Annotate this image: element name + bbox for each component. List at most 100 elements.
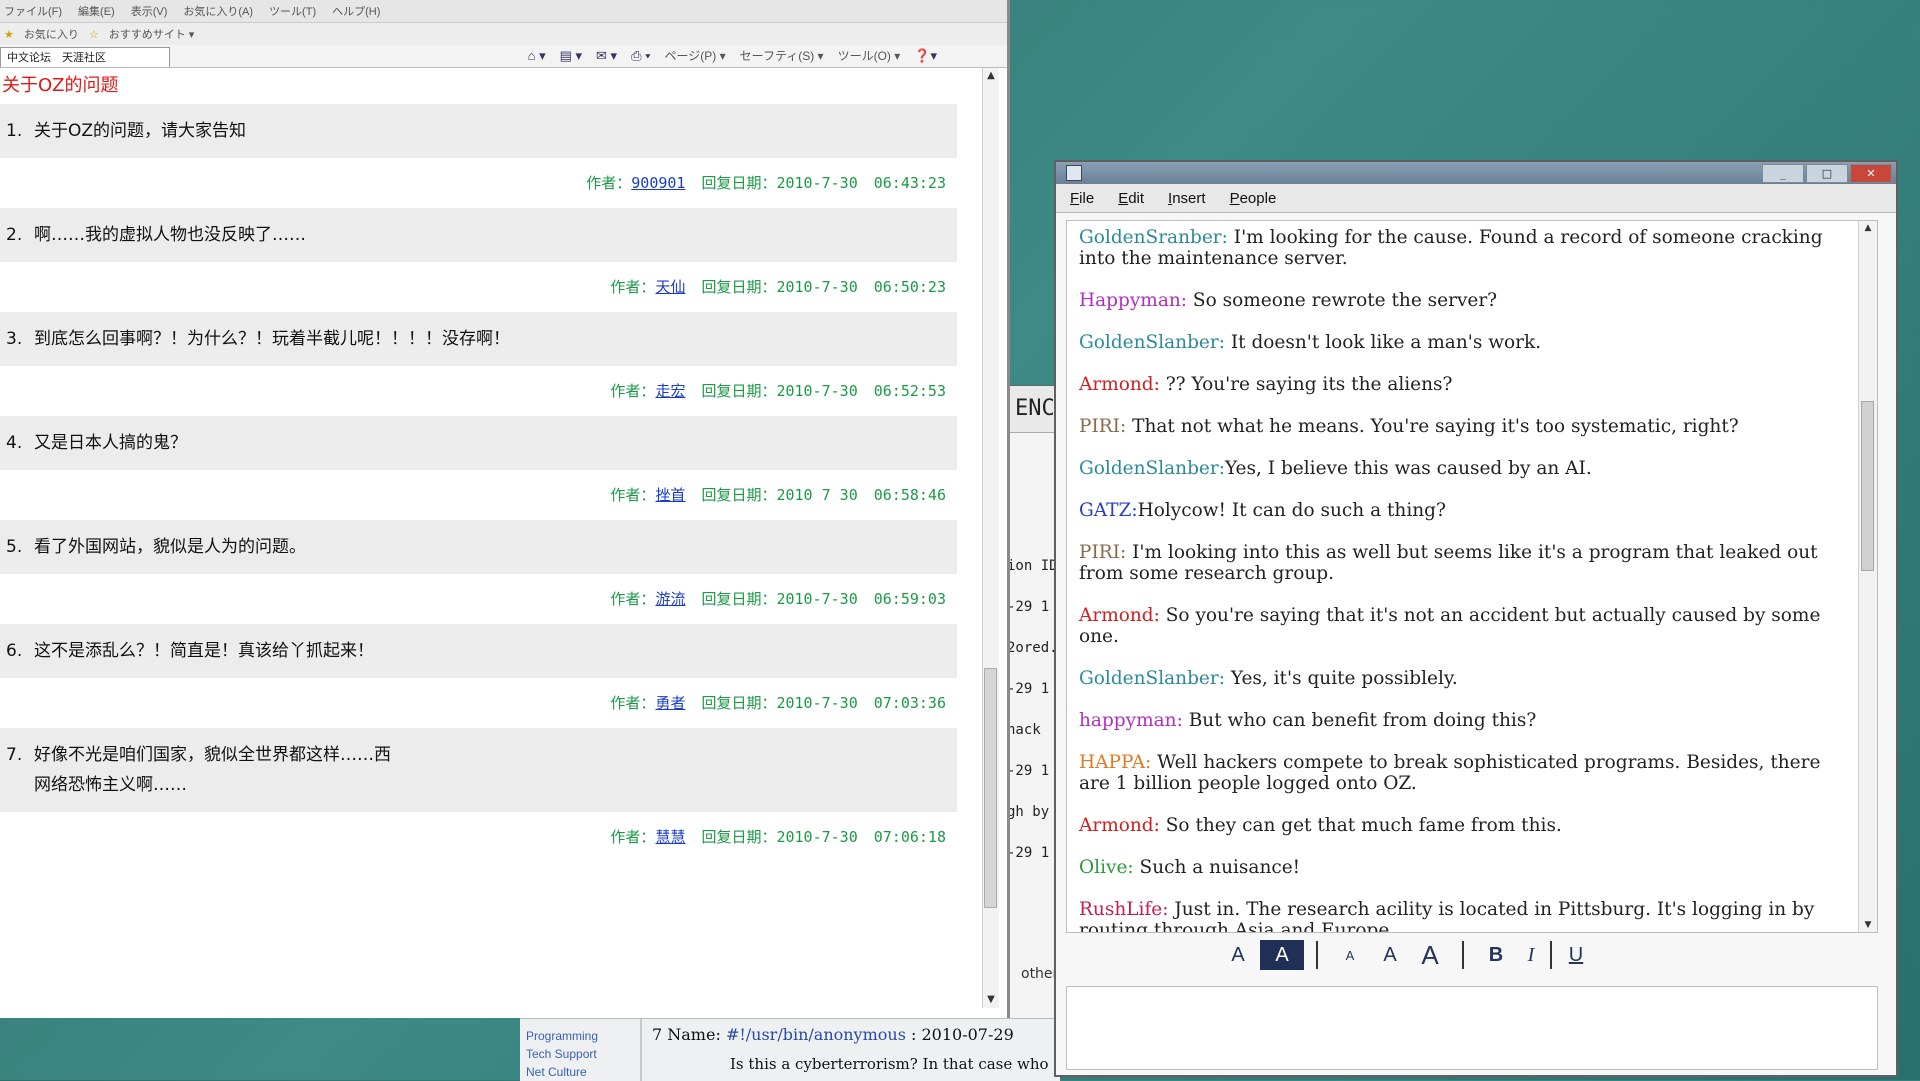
forum-thread: 关于OZ的问题 1. 关于OZ的问题，请大家告知 作者：900901 回复日期：20…: [0, 68, 960, 862]
menu-file[interactable]: ファイル(F): [4, 3, 62, 19]
scroll-up-icon[interactable]: ▲: [983, 68, 999, 84]
link-programming[interactable]: Programming: [526, 1027, 636, 1045]
chat-message: Armond: ?? You're saying its the aliens?: [1079, 374, 1877, 395]
font-normal-button[interactable]: A: [1370, 940, 1410, 970]
message-input[interactable]: [1066, 986, 1878, 1070]
author-link[interactable]: 900901: [631, 174, 685, 192]
message-nick[interactable]: HAPPA:: [1079, 752, 1151, 773]
message-text: So you're saying that it's not an accide…: [1079, 605, 1821, 647]
help-icon[interactable]: ❓▾: [914, 48, 937, 64]
post-time: 06:59:03: [873, 590, 946, 608]
background-color-button[interactable]: A: [1260, 940, 1304, 970]
tools-menu[interactable]: ツール(O) ▾: [838, 47, 901, 64]
favorites-add-icon[interactable]: ☆: [89, 28, 99, 41]
scroll-up-icon[interactable]: ▲: [1859, 223, 1877, 233]
message-nick[interactable]: Armond:: [1079, 815, 1160, 836]
side-label: hack: [1007, 722, 1041, 738]
menu-people[interactable]: People: [1230, 190, 1277, 207]
browser-scrollbar[interactable]: ▲ ▼: [982, 68, 999, 1008]
menu-insert[interactable]: Insert: [1168, 190, 1206, 207]
post-subject[interactable]: 5. 看了外国网站，貌似是人为的问题。: [0, 520, 957, 574]
post-subject[interactable]: 7. 好像不光是咱们国家，貌似全世界都这样……西 网络恐怖主义啊……: [0, 728, 957, 812]
link-net-culture[interactable]: Net Culture: [526, 1063, 636, 1081]
scroll-down-icon[interactable]: ▼: [983, 992, 999, 1008]
message-nick[interactable]: GoldenSranber:: [1079, 227, 1228, 248]
author-link[interactable]: 天仙: [655, 278, 685, 296]
message-nick[interactable]: happyman:: [1079, 710, 1183, 731]
message-nick[interactable]: GoldenSlanber:: [1079, 458, 1225, 479]
home-icon[interactable]: ⌂ ▾: [528, 48, 546, 64]
author-link[interactable]: 勇者: [655, 694, 685, 712]
list-item: 2. 啊……我的虚拟人物也没反映了…… 作者：天仙 回复日期：2010-7-30 06…: [0, 208, 960, 312]
message-nick[interactable]: PIRI:: [1079, 542, 1126, 563]
close-button[interactable]: ✕: [1850, 164, 1892, 183]
menu-help[interactable]: ヘルプ(H): [332, 3, 380, 19]
menu-tools[interactable]: ツール(T): [269, 3, 316, 19]
font-smaller-button[interactable]: A: [1330, 940, 1370, 970]
list-item: 7. 好像不光是咱们国家，貌似全世界都这样……西 网络恐怖主义啊…… 作者：慧慧 回复…: [0, 728, 960, 862]
underline-button[interactable]: U: [1556, 940, 1596, 970]
star-icon[interactable]: ★: [4, 28, 14, 41]
menu-favorites[interactable]: お気に入り(A): [183, 3, 253, 19]
bold-button[interactable]: B: [1476, 940, 1516, 970]
post-subject[interactable]: 6. 这不是添乱么？！简直是！真该给丫抓起来！: [0, 624, 957, 678]
browser-tab[interactable]: 中文论坛 天涯社区: [0, 47, 170, 67]
author-link[interactable]: 游流: [655, 590, 685, 608]
chat-message: GoldenSlanber:Yes, I believe this was ca…: [1079, 458, 1877, 479]
message-nick[interactable]: GoldenSlanber:: [1079, 668, 1225, 689]
name-value[interactable]: #!/usr/bin/anonymous: [726, 1025, 906, 1044]
font-larger-button[interactable]: A: [1410, 940, 1450, 970]
message-nick[interactable]: RushLife:: [1079, 899, 1168, 920]
post-number: 3.: [6, 329, 23, 349]
chat-log: GoldenSranber: I'm looking for the cause…: [1066, 220, 1878, 933]
tab-row: 中文论坛 天涯社区 ⌂ ▾ ▤ ▾ ✉ ▾ ⎙ ▾ ページ(P) ▾ セーフティ…: [0, 45, 1007, 68]
font-color-button[interactable]: A: [1216, 940, 1260, 970]
message-nick[interactable]: GATZ:: [1079, 500, 1138, 521]
chat-scrollbar[interactable]: ▲ ▼: [1858, 221, 1877, 932]
date-label: 回复日期：: [701, 828, 777, 846]
message-text: It doesn't look like a man's work.: [1224, 332, 1542, 353]
date-label: 回复日期：: [701, 382, 777, 400]
post-subject[interactable]: 3. 到底怎么回事啊？！为什么？！玩着半截儿呢！！！！没存啊！: [0, 312, 957, 366]
scroll-thumb[interactable]: [1861, 401, 1874, 571]
italic-button[interactable]: I: [1516, 940, 1546, 970]
feeds-icon[interactable]: ▤ ▾: [560, 48, 582, 64]
safety-menu[interactable]: セーフティ(S) ▾: [740, 47, 824, 64]
post-subject[interactable]: 4. 又是日本人搞的鬼？: [0, 416, 957, 470]
message-nick[interactable]: PIRI:: [1079, 416, 1126, 437]
print-icon[interactable]: ⎙ ▾: [631, 48, 650, 64]
author-link[interactable]: 慧慧: [655, 828, 685, 846]
message-nick[interactable]: Olive:: [1079, 857, 1134, 878]
menu-edit[interactable]: Edit: [1118, 190, 1144, 207]
post-meta: 作者：900901 回复日期：2010-7-30 06:43:23: [0, 158, 960, 208]
scroll-thumb[interactable]: [984, 668, 997, 908]
link-tech-support[interactable]: Tech Support: [526, 1045, 636, 1063]
menu-file[interactable]: File: [1070, 190, 1094, 207]
maximize-button[interactable]: □: [1806, 164, 1848, 183]
post-meta: 作者：慧慧 回复日期：2010-7-30 07:06:18: [0, 812, 960, 862]
app-icon: [1066, 165, 1082, 181]
menu-view[interactable]: 表示(V): [131, 3, 168, 19]
suggested-sites[interactable]: おすすめサイト ▾: [109, 26, 195, 42]
favorites-label[interactable]: お気に入り: [24, 26, 79, 42]
scroll-down-icon[interactable]: ▼: [1859, 920, 1877, 930]
message-nick[interactable]: Happyman:: [1079, 290, 1187, 311]
message-text: Yes, I believe this was caused by an AI.: [1224, 458, 1592, 479]
post-subject[interactable]: 2. 啊……我的虚拟人物也没反映了……: [0, 208, 957, 262]
toolbar-divider: [1316, 941, 1318, 969]
post-subject[interactable]: 1. 关于OZ的问题，请大家告知: [0, 104, 957, 158]
message-nick[interactable]: Armond:: [1079, 605, 1160, 626]
chat-titlebar[interactable]: _ □ ✕: [1056, 162, 1896, 184]
page-menu[interactable]: ページ(P) ▾: [665, 47, 726, 64]
name-label: 7 Name:: [652, 1025, 721, 1044]
mail-icon[interactable]: ✉ ▾: [596, 48, 617, 64]
format-toolbar: A A A A A B I U: [1066, 938, 1878, 972]
message-nick[interactable]: Armond:: [1079, 374, 1160, 395]
menu-edit[interactable]: 編集(E): [78, 3, 115, 19]
message-nick[interactable]: GoldenSlanber:: [1079, 332, 1225, 353]
footer-divider: [640, 1019, 642, 1081]
minimize-button[interactable]: _: [1762, 164, 1804, 183]
author-link[interactable]: 挫首: [655, 486, 685, 504]
author-link[interactable]: 走宏: [655, 382, 685, 400]
